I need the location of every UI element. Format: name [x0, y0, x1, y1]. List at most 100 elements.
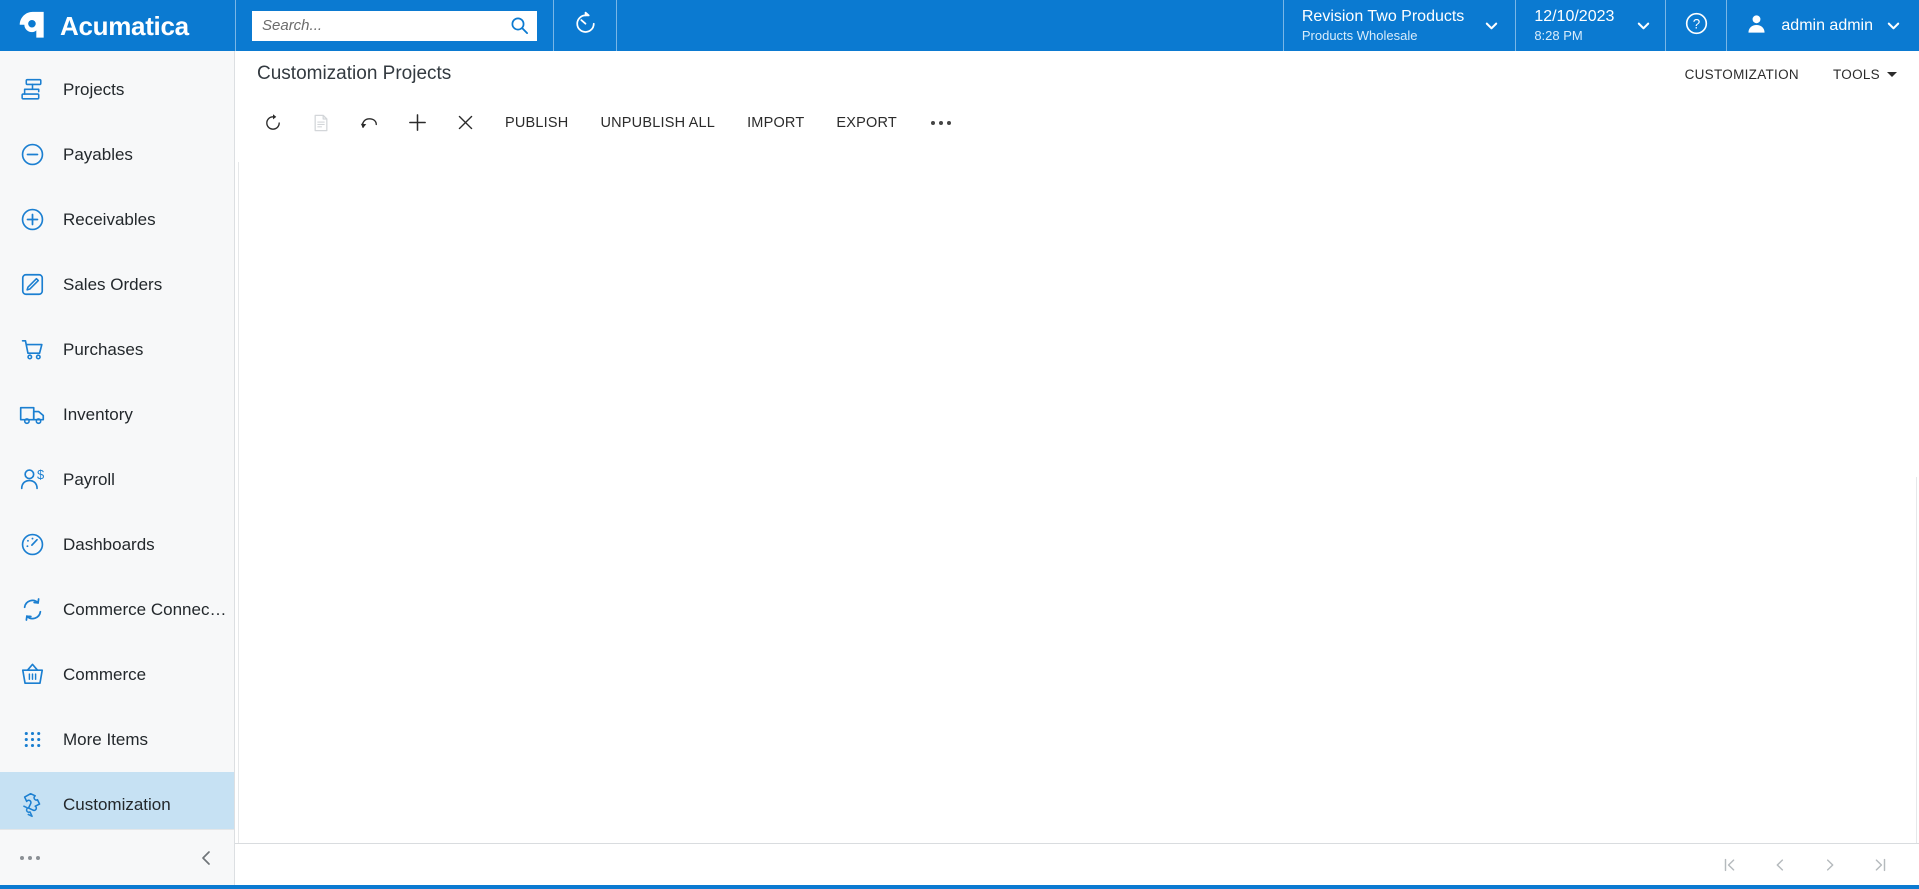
- undo-icon: [358, 113, 380, 133]
- business-date-label: 12/10/2023: [1534, 8, 1615, 25]
- timer-button[interactable]: [554, 0, 616, 51]
- next-page-icon: [1821, 856, 1839, 874]
- top-header-bar: Acumatica Search... Revision Two Product…: [0, 0, 1919, 51]
- sidebar-item-purchases[interactable]: Purchases: [0, 317, 234, 382]
- sidebar-item-label: Commerce Connec…: [63, 599, 227, 619]
- application-body: Projects Payables Receivables Sales Orde…: [0, 51, 1919, 885]
- sync-arrows-icon: [18, 595, 47, 624]
- sidebar-item-customization[interactable]: Customization: [0, 772, 234, 829]
- help-button[interactable]: ?: [1666, 0, 1726, 51]
- main-content-panel: Customization Projects CUSTOMIZATION TOO…: [235, 51, 1919, 885]
- last-page-button[interactable]: [1855, 848, 1905, 882]
- previous-page-icon: [1771, 856, 1789, 874]
- sidebar-item-label: Sales Orders: [63, 274, 163, 294]
- sidebar-item-label: Customization: [63, 794, 171, 814]
- sidebar-item-projects[interactable]: Projects: [0, 57, 234, 122]
- search-icon[interactable]: [510, 16, 529, 35]
- sidebar-item-label: Payables: [63, 144, 133, 164]
- sidebar-item-dashboards[interactable]: Dashboards: [0, 512, 234, 577]
- sidebar-item-list: Projects Payables Receivables Sales Orde…: [0, 51, 234, 829]
- acumatica-droplet-logo-icon: [18, 10, 49, 41]
- search-box[interactable]: [252, 10, 537, 41]
- page-toolbar: PUBLISH UNPUBLISH ALL IMPORT EXPORT: [235, 98, 1919, 147]
- next-page-button[interactable]: [1805, 848, 1855, 882]
- stopwatch-timer-icon: [573, 11, 598, 41]
- sidebar-item-label: Inventory: [63, 404, 133, 424]
- sidebar-item-label: Projects: [63, 79, 125, 99]
- svg-text:?: ?: [1693, 16, 1700, 31]
- sidebar-item-inventory[interactable]: Inventory: [0, 382, 234, 447]
- person-dollar-icon: $: [18, 465, 47, 494]
- business-time-label: 8:28 PM: [1534, 28, 1583, 43]
- delete-icon: [456, 113, 475, 132]
- user-menu[interactable]: admin admin: [1727, 0, 1919, 51]
- sidebar-item-commerce[interactable]: Commerce: [0, 642, 234, 707]
- customization-menu-label: CUSTOMIZATION: [1684, 66, 1799, 82]
- search-input[interactable]: [262, 17, 510, 34]
- add-icon: [407, 112, 428, 133]
- main-navigation-sidebar: Projects Payables Receivables Sales Orde…: [0, 51, 235, 885]
- export-button[interactable]: EXPORT: [820, 103, 913, 143]
- import-button[interactable]: IMPORT: [731, 103, 820, 143]
- delete-button[interactable]: [441, 103, 489, 143]
- puzzle-piece-icon: [18, 790, 47, 819]
- acumatica-application-window: Acumatica Search... Revision Two Product…: [0, 0, 1919, 889]
- save-icon: [311, 113, 331, 133]
- pencil-square-icon: [18, 270, 47, 299]
- save-button: [297, 103, 345, 143]
- customization-projects-grid: [235, 147, 1919, 843]
- page-header: Customization Projects CUSTOMIZATION TOO…: [235, 51, 1919, 98]
- publish-button[interactable]: PUBLISH: [489, 103, 584, 143]
- sidebar-item-more-items[interactable]: More Items: [0, 707, 234, 772]
- pagination-controls: [1705, 848, 1905, 882]
- shopping-basket-icon: [18, 660, 47, 689]
- organization-primary-label: Revision Two Products: [1301, 8, 1465, 25]
- caret-down-icon: [1887, 71, 1897, 77]
- page-title: Customization Projects: [257, 63, 452, 84]
- brand-logo-area[interactable]: Acumatica: [0, 0, 235, 51]
- sidebar-item-receivables[interactable]: Receivables: [0, 187, 234, 252]
- svg-text:$: $: [37, 467, 44, 482]
- header-spacer: [617, 0, 1283, 51]
- sidebar-item-sales-orders[interactable]: Sales Orders: [0, 252, 234, 317]
- chevron-down-icon: [1484, 18, 1499, 33]
- add-button[interactable]: [393, 103, 441, 143]
- sidebar-item-label: Payroll: [63, 469, 115, 489]
- previous-page-button[interactable]: [1755, 848, 1805, 882]
- grid-dots-icon: [18, 725, 47, 754]
- tools-menu-label: TOOLS: [1832, 66, 1880, 82]
- chevron-left-icon[interactable]: [198, 849, 214, 867]
- sidebar-item-label: Purchases: [63, 339, 144, 359]
- chevron-down-icon: [1636, 18, 1651, 33]
- organization-secondary-label: Products Wholesale: [1301, 28, 1418, 43]
- sidebar-item-label: Receivables: [63, 209, 156, 229]
- business-date-selector[interactable]: 12/10/2023 8:28 PM: [1516, 0, 1665, 51]
- undo-button[interactable]: [345, 103, 393, 143]
- user-avatar-icon: [1745, 12, 1768, 40]
- grid-left-rule: [238, 162, 239, 843]
- unpublish-all-button[interactable]: UNPUBLISH ALL: [584, 103, 731, 143]
- global-search-area: [236, 0, 553, 51]
- sidebar-item-payroll[interactable]: $ Payroll: [0, 447, 234, 512]
- sidebar-item-label: More Items: [63, 729, 149, 749]
- organization-selector[interactable]: Revision Two Products Products Wholesale: [1284, 0, 1515, 51]
- toolbar-overflow-button[interactable]: [913, 103, 969, 143]
- refresh-button[interactable]: [249, 103, 297, 143]
- help-question-circle-icon: ?: [1684, 11, 1709, 41]
- delivery-truck-icon: [18, 400, 47, 429]
- first-page-button[interactable]: [1705, 848, 1755, 882]
- gauge-dashboard-icon: [18, 530, 47, 559]
- minus-circle-icon: [18, 140, 47, 169]
- sidebar-item-payables[interactable]: Payables: [0, 122, 234, 187]
- bottom-accent-bar: [0, 885, 1919, 889]
- sidebar-item-commerce-connectors[interactable]: Commerce Connec…: [0, 577, 234, 642]
- ellipsis-icon[interactable]: [20, 855, 40, 860]
- shopping-cart-icon: [18, 335, 47, 364]
- sidebar-item-label: Dashboards: [63, 534, 155, 554]
- organization-labels: Revision Two Products Products Wholesale: [1302, 8, 1464, 43]
- customization-menu-link[interactable]: CUSTOMIZATION: [1685, 67, 1799, 82]
- refresh-icon: [263, 113, 283, 133]
- last-page-icon: [1871, 856, 1889, 874]
- tools-menu-link[interactable]: TOOLS: [1833, 67, 1897, 82]
- grid-footer-bar: [235, 843, 1919, 885]
